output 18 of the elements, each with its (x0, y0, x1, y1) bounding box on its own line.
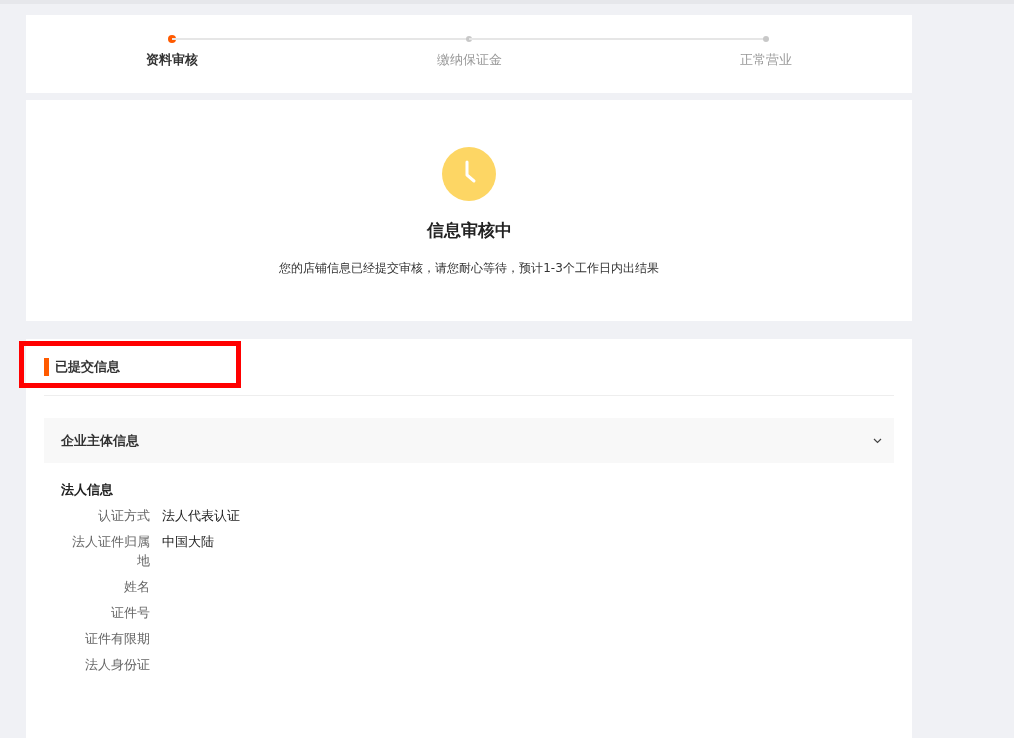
group-title: 法人信息 (61, 481, 114, 499)
step-label: 正常营业 (740, 51, 792, 69)
step-label: 资料审核 (146, 51, 198, 69)
accent-bar (44, 358, 49, 376)
field-label: 法人证件归属地 (71, 533, 150, 570)
section-title: 已提交信息 (55, 358, 120, 376)
status-title: 信息审核中 (426, 219, 512, 242)
field-value: 中国大陆 (162, 533, 214, 551)
field-label: 证件号 (110, 604, 150, 622)
field-label: 证件有限期 (84, 630, 150, 648)
status-message: 您的店铺信息已经提交审核，请您耐心等待，预计1-3个工作日内出结果 (279, 260, 659, 277)
field-label: 姓名 (123, 578, 150, 596)
step-label: 缴纳保证金 (436, 51, 502, 69)
field-label: 认证方式 (97, 507, 150, 525)
collapse-panel-header[interactable]: 企业主体信息 (44, 418, 894, 463)
field-value: 法人代表认证 (162, 507, 240, 525)
clock-icon (442, 147, 496, 201)
field-label: 法人身份证 (84, 656, 150, 674)
